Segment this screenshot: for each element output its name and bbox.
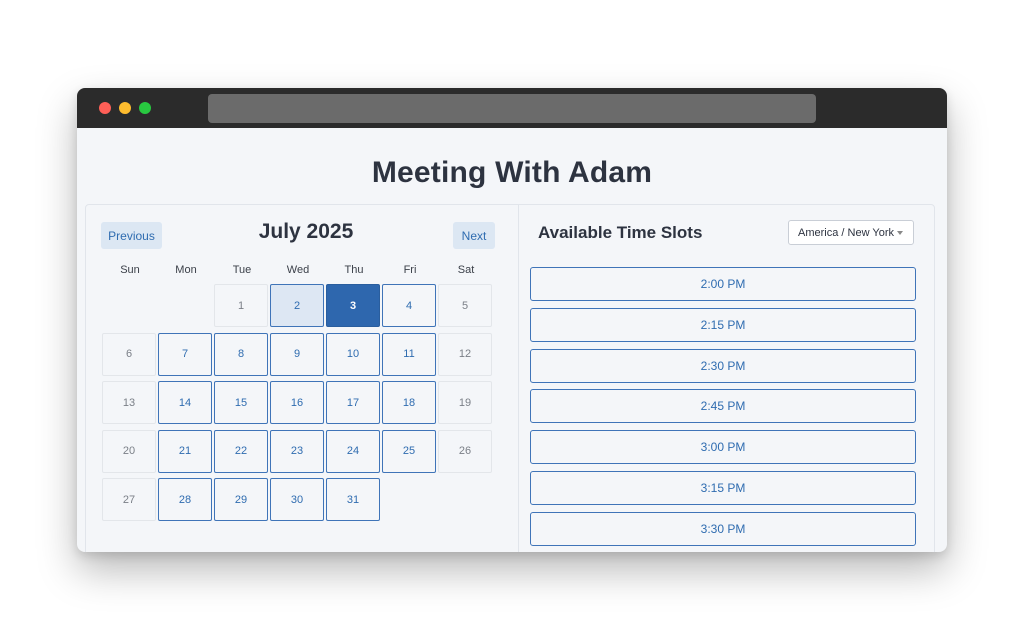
time-slot-button[interactable]: 3:15 PM (530, 471, 916, 505)
page-content: Meeting With Adam Previous July 2025 Nex… (77, 128, 947, 552)
calendar-day-17[interactable]: 17 (326, 381, 380, 424)
address-bar[interactable] (208, 94, 816, 123)
timezone-value: America / New York (798, 226, 894, 239)
weekday-label: Thu (344, 264, 364, 276)
close-window-button[interactable] (99, 102, 111, 114)
timezone-select[interactable]: America / New York (788, 220, 914, 245)
month-label: July 2025 (258, 220, 354, 243)
calendar-day-30[interactable]: 30 (270, 478, 324, 521)
weekday-label: Tue (232, 264, 252, 276)
calendar-day-15[interactable]: 15 (214, 381, 268, 424)
time-slots-title: Available Time Slots (538, 223, 703, 242)
calendar-day-3[interactable]: 3 (326, 284, 380, 327)
calendar-day-2[interactable]: 2 (270, 284, 324, 327)
calendar-day-9[interactable]: 9 (270, 332, 324, 376)
calendar-day-6: 6 (102, 332, 156, 376)
calendar-grid: 1 2 3 4 5 6 7 8 9 10 11 12 13 14 15 16 17 18 19 20 21 22 23 24 2… (102, 284, 494, 524)
page-title: Meeting With Adam (371, 156, 653, 189)
calendar-day-18[interactable]: 18 (382, 381, 436, 424)
time-slot-button[interactable]: 3:00 PM (530, 430, 916, 465)
browser-titlebar (77, 88, 947, 128)
chevron-down-icon (897, 231, 903, 235)
weekday-label: Sat (457, 264, 475, 276)
calendar-day-13: 13 (102, 381, 156, 424)
time-slot-button[interactable]: 3:30 PM (530, 511, 916, 546)
calendar-day-11[interactable]: 11 (382, 332, 436, 376)
calendar-day-14[interactable]: 14 (158, 381, 212, 424)
time-slot-button[interactable]: 2:15 PM (530, 307, 916, 342)
calendar-day-26: 26 (438, 429, 492, 473)
calendar-day-12: 12 (438, 332, 492, 376)
next-month-button[interactable]: Next (453, 222, 495, 249)
calendar-day-25[interactable]: 25 (382, 429, 436, 473)
calendar-day-29[interactable]: 29 (214, 478, 268, 521)
minimize-window-button[interactable] (119, 102, 131, 114)
time-slot-button[interactable]: 2:30 PM (530, 348, 916, 383)
calendar-day-20: 20 (102, 429, 156, 473)
maximize-window-button[interactable] (139, 102, 151, 114)
time-slot-button[interactable]: 2:45 PM (530, 389, 916, 424)
weekday-header: Sun Mon Tue Wed Thu Fri Sat (102, 264, 494, 278)
browser-window: Meeting With Adam Previous July 2025 Nex… (77, 88, 947, 552)
calendar-day-7[interactable]: 7 (158, 332, 212, 376)
calendar-day-10[interactable]: 10 (326, 332, 380, 376)
calendar-day-1: 1 (214, 284, 268, 327)
panel-divider (518, 205, 519, 552)
calendar-day-23[interactable]: 23 (270, 429, 324, 473)
weekday-label: Sun (120, 264, 140, 276)
weekday-label: Wed (286, 264, 310, 276)
calendar-day-27: 27 (102, 478, 156, 521)
calendar-day-28[interactable]: 28 (158, 478, 212, 521)
calendar-day-16[interactable]: 16 (270, 381, 324, 424)
calendar-day-24[interactable]: 24 (326, 429, 380, 473)
calendar-day-5: 5 (438, 284, 492, 327)
calendar-day-19: 19 (438, 381, 492, 424)
calendar-day-21[interactable]: 21 (158, 429, 212, 473)
calendar-day-31[interactable]: 31 (326, 478, 380, 521)
weekday-label: Mon (175, 264, 197, 276)
calendar-day-22[interactable]: 22 (214, 429, 268, 473)
previous-month-button[interactable]: Previous (101, 222, 162, 249)
weekday-label: Fri (403, 264, 417, 276)
booking-panel: Previous July 2025 Next Sun Mon Tue Wed Thu F… (85, 204, 935, 552)
calendar-day-4[interactable]: 4 (382, 284, 436, 327)
calendar-day-8[interactable]: 8 (214, 332, 268, 376)
time-slot-button[interactable]: 2:00 PM (530, 267, 916, 301)
